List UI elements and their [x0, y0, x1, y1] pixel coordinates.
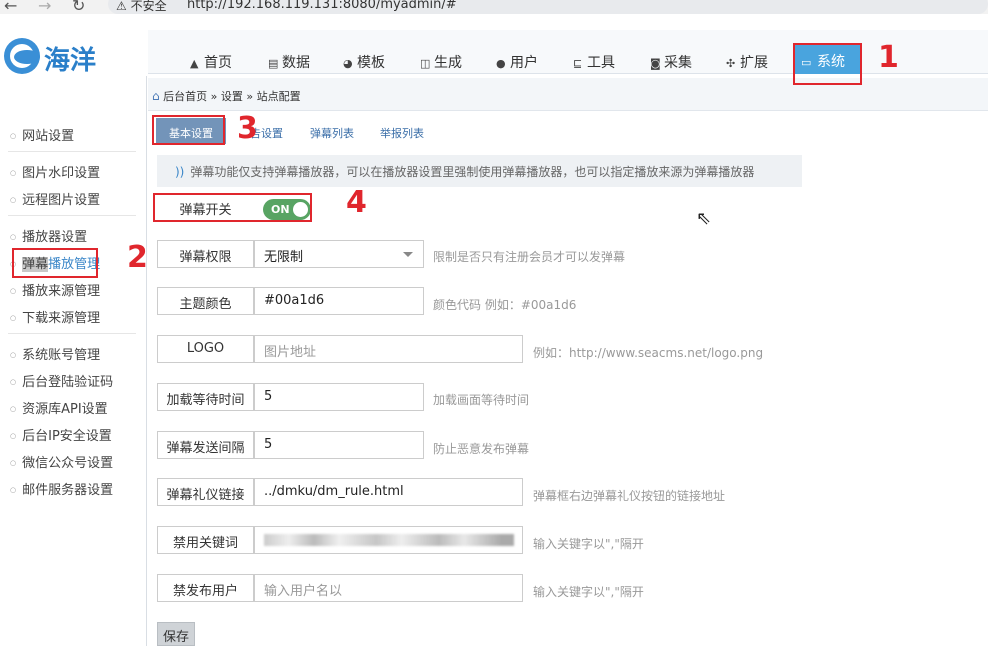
- send-interval-hint: 防止恶意发布弹幕: [433, 442, 530, 456]
- annotation-box-4: [153, 193, 312, 222]
- tab-danmaku-list[interactable]: 弹幕列表: [310, 118, 354, 144]
- sidebar-item-download-sources[interactable]: 下载来源管理: [10, 307, 100, 326]
- logo-hint: 例如：http://www.seacms.net/logo.png: [533, 346, 764, 360]
- reload-icon[interactable]: ↻: [72, 0, 85, 14]
- nav-extend[interactable]: ✣ 扩展: [726, 52, 768, 72]
- back-arrow-icon[interactable]: ←: [4, 0, 17, 14]
- permission-label: 弹幕权限: [157, 240, 254, 268]
- sidebar-divider: [146, 76, 147, 646]
- annotation-number-2: 2: [127, 240, 148, 275]
- sidebar-item-login-captcha[interactable]: 后台登陆验证码: [10, 371, 113, 390]
- load-wait-hint: 加载画面等待时间: [433, 393, 530, 407]
- wave-logo-icon: [4, 38, 40, 74]
- rule-link-input[interactable]: ../dmku/dm_rule.html: [254, 478, 523, 506]
- banned-words-input[interactable]: [254, 526, 523, 554]
- banned-users-label: 禁发布用户: [157, 574, 254, 602]
- banned-users-input[interactable]: 输入用户名以: [254, 574, 523, 602]
- color-hint: 颜色代码 例如：#00a1d6: [433, 298, 577, 312]
- sidebar-item-play-sources[interactable]: 播放来源管理: [10, 280, 100, 299]
- banned-words-hint: 输入关键字以","隔开: [533, 537, 644, 551]
- extend-icon: ✣: [726, 57, 736, 70]
- send-interval-label: 弹幕发送间隔: [157, 431, 254, 459]
- sidebar-item-mail-server[interactable]: 邮件服务器设置: [10, 479, 113, 498]
- nav-user[interactable]: ● 用户: [496, 52, 538, 72]
- annotation-box-1: [793, 43, 862, 85]
- banned-users-hint: 输入关键字以","隔开: [533, 585, 644, 599]
- forward-arrow-icon[interactable]: →: [38, 0, 51, 14]
- blurred-text: [264, 534, 514, 546]
- color-label: 主题颜色: [157, 287, 254, 315]
- logo-label: LOGO: [157, 335, 254, 363]
- rule-link-label: 弹幕礼仪链接: [157, 478, 254, 506]
- logo-input[interactable]: 图片地址: [254, 335, 523, 363]
- tools-icon: ⊑: [573, 57, 583, 70]
- send-interval-input[interactable]: 5: [254, 431, 424, 459]
- nav-home[interactable]: ▲ 首页: [190, 52, 232, 72]
- annotation-number-3: 3: [237, 111, 258, 146]
- collect-icon: ◙: [650, 57, 661, 70]
- sidebar-item-site-settings[interactable]: 网站设置: [10, 125, 74, 144]
- generate-icon: ◫: [420, 57, 431, 70]
- permission-select[interactable]: 无限制: [254, 240, 424, 268]
- palette-icon: ◕: [343, 57, 353, 70]
- tab-report-list[interactable]: 举报列表: [380, 118, 424, 144]
- nav-data[interactable]: ▤ 数据: [268, 52, 310, 72]
- load-wait-label: 加载等待时间: [157, 383, 254, 411]
- annotation-number-1: 1: [878, 40, 899, 75]
- banned-words-label: 禁用关键词: [157, 526, 254, 554]
- annotation-box-2: [12, 248, 98, 278]
- browser-address-bar: ← → ↻ ⚠ 不安全 http://192.168.119.131:8080/…: [0, 0, 988, 14]
- mouse-cursor-icon: ⇖: [696, 208, 712, 229]
- security-warning[interactable]: ⚠ 不安全: [116, 0, 167, 14]
- annotation-number-4: 4: [346, 185, 367, 220]
- annotation-box-3: [152, 115, 225, 145]
- load-wait-input[interactable]: 5: [254, 383, 424, 411]
- save-button[interactable]: 保存: [157, 622, 195, 646]
- rule-link-hint: 弹幕框右边弹幕礼仪按钮的链接地址: [533, 489, 726, 503]
- sidebar-item-remote-images[interactable]: 远程图片设置: [10, 189, 100, 208]
- permission-hint: 限制是否只有注册会员才可以发弹幕: [433, 250, 626, 264]
- info-notice: )) 弹幕功能仅支持弹幕播放器，可以在播放器设置里强制使用弹幕播放器，也可以指定播…: [157, 155, 802, 187]
- home-breadcrumb-icon[interactable]: ⌂: [152, 89, 160, 103]
- warning-triangle-icon: ⚠: [116, 0, 127, 13]
- nav-generate[interactable]: ◫ 生成: [420, 52, 462, 72]
- sidebar-divider: [8, 333, 136, 334]
- home-icon: ▲: [190, 57, 199, 70]
- rss-icon: )): [175, 165, 185, 179]
- sidebar-item-wechat[interactable]: 微信公众号设置: [10, 452, 113, 471]
- sidebar-item-resource-api[interactable]: 资源库API设置: [10, 398, 108, 417]
- sidebar-item-system-accounts[interactable]: 系统账号管理: [10, 344, 100, 363]
- user-icon: ●: [496, 57, 506, 70]
- sidebar-item-player-settings[interactable]: 播放器设置: [10, 226, 87, 245]
- sidebar-divider: [8, 151, 136, 152]
- chevron-down-icon: [403, 252, 413, 257]
- logo-text: 海洋: [44, 46, 97, 76]
- nav-template[interactable]: ◕ 模板: [343, 52, 385, 72]
- nav-tools[interactable]: ⊑ 工具: [573, 52, 615, 72]
- sidebar-item-ip-security[interactable]: 后台IP安全设置: [10, 425, 112, 444]
- sidebar-divider: [8, 215, 136, 216]
- nav-collect[interactable]: ◙ 采集: [650, 52, 692, 72]
- color-input[interactable]: #00a1d6: [254, 287, 424, 315]
- sidebar-item-watermark[interactable]: 图片水印设置: [10, 162, 100, 181]
- data-icon: ▤: [268, 57, 279, 70]
- url-text[interactable]: http://192.168.119.131:8080/myadmin/#: [187, 0, 457, 12]
- breadcrumb: ⌂ 后台首页 » 设置 » 站点配置: [148, 78, 988, 111]
